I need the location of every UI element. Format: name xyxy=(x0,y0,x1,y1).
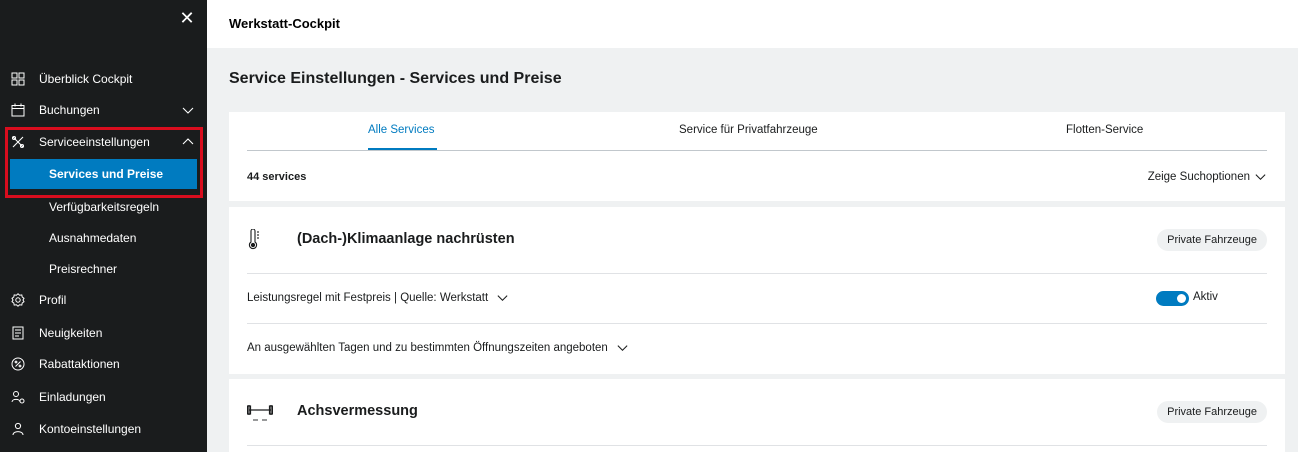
sidebar-item-label: Einladungen xyxy=(39,390,106,404)
vehicle-type-badge: Private Fahrzeuge xyxy=(1157,229,1267,251)
tab-all-services[interactable]: Alle Services xyxy=(368,124,434,136)
service-card: (Dach-)Klimaanlage nachrüsten Private Fa… xyxy=(229,207,1285,374)
divider xyxy=(247,445,1267,446)
invite-icon xyxy=(11,390,25,404)
sidebar-subitem-services-prices[interactable]: Services und Preise xyxy=(10,159,197,189)
page-title: Service Einstellungen - Services und Pre… xyxy=(229,70,562,87)
chevron-down-icon xyxy=(617,345,628,352)
sidebar-item-label: Neuigkeiten xyxy=(39,326,103,340)
sidebar-item-news[interactable]: Neuigkeiten xyxy=(0,318,207,348)
chevron-down-icon xyxy=(1255,174,1266,181)
grid-icon xyxy=(11,72,25,86)
rule-label: Leistungsregel mit Festpreis | Quelle: W… xyxy=(247,291,489,304)
tabs-card: Alle Services Service für Privatfahrzeug… xyxy=(229,112,1285,201)
sidebar-item-discounts[interactable]: Rabattaktionen xyxy=(0,349,207,379)
percent-icon xyxy=(11,357,25,371)
availability-label: An ausgewählten Tagen und zu bestimmten … xyxy=(247,341,608,354)
tab-fleet-service[interactable]: Flotten-Service xyxy=(1066,124,1143,136)
availability-dropdown[interactable]: An ausgewählten Tagen und zu bestimmten … xyxy=(247,341,629,354)
search-options-toggle[interactable]: Zeige Suchoptionen xyxy=(1148,170,1267,183)
thermometer-icon xyxy=(248,229,259,250)
app-title: Werkstatt-Cockpit xyxy=(229,16,341,31)
axle-icon xyxy=(247,405,273,421)
user-icon xyxy=(11,422,25,436)
divider xyxy=(247,273,1267,274)
sidebar-item-label: Kontoeinstellungen xyxy=(39,422,142,436)
close-icon[interactable]: ✕ xyxy=(178,9,196,27)
divider xyxy=(247,150,1267,151)
sidebar-item-bookings[interactable]: Buchungen xyxy=(0,95,207,125)
sidebar-subitem-exception-dates[interactable]: Ausnahmedaten xyxy=(10,223,197,253)
sidebar-subitem-price-calculator[interactable]: Preisrechner xyxy=(10,254,197,284)
chevron-up-icon[interactable] xyxy=(181,135,195,149)
sidebar-item-overview[interactable]: Überblick Cockpit xyxy=(0,64,207,94)
services-count: 44 services xyxy=(247,171,307,183)
rule-dropdown[interactable]: Leistungsregel mit Festpreis | Quelle: W… xyxy=(247,291,509,304)
service-name: Achsvermessung xyxy=(297,403,418,419)
calendar-icon xyxy=(11,103,25,117)
chevron-down-icon[interactable] xyxy=(181,103,195,117)
divider xyxy=(247,323,1267,324)
active-toggle[interactable] xyxy=(1156,291,1189,306)
sidebar-item-invitations[interactable]: Einladungen xyxy=(0,382,207,412)
sidebar-item-service-settings[interactable]: Serviceeinstellungen xyxy=(0,127,207,157)
sidebar-item-label: Rabattaktionen xyxy=(39,357,120,371)
toggle-knob xyxy=(1177,294,1186,303)
search-options-label: Zeige Suchoptionen xyxy=(1147,170,1250,183)
sidebar-item-label: Serviceeinstellungen xyxy=(39,135,150,149)
toggle-label: Aktiv xyxy=(1193,291,1218,303)
tools-icon xyxy=(11,135,25,149)
top-bar: Werkstatt-Cockpit xyxy=(207,0,1298,48)
service-card: Achsvermessung Private Fahrzeuge xyxy=(229,379,1285,452)
tab-private-vehicles[interactable]: Service für Privatfahrzeuge xyxy=(679,124,818,136)
news-icon xyxy=(11,326,25,340)
gear-icon xyxy=(11,293,25,307)
sidebar-item-account-settings[interactable]: Kontoeinstellungen xyxy=(0,414,207,444)
chevron-down-icon xyxy=(497,295,508,302)
sidebar-item-profile[interactable]: Profil xyxy=(0,285,207,315)
sidebar-item-label: Buchungen xyxy=(39,103,100,117)
sidebar-subitem-availability[interactable]: Verfügbarkeitsregeln xyxy=(10,192,197,222)
vehicle-type-badge: Private Fahrzeuge xyxy=(1157,401,1267,423)
sidebar-item-label: Profil xyxy=(39,293,67,307)
sidebar-item-label: Überblick Cockpit xyxy=(39,72,133,86)
sidebar: ✕ Überblick Cockpit Buchungen Serviceein… xyxy=(0,0,207,452)
service-name: (Dach-)Klimaanlage nachrüsten xyxy=(297,231,515,247)
